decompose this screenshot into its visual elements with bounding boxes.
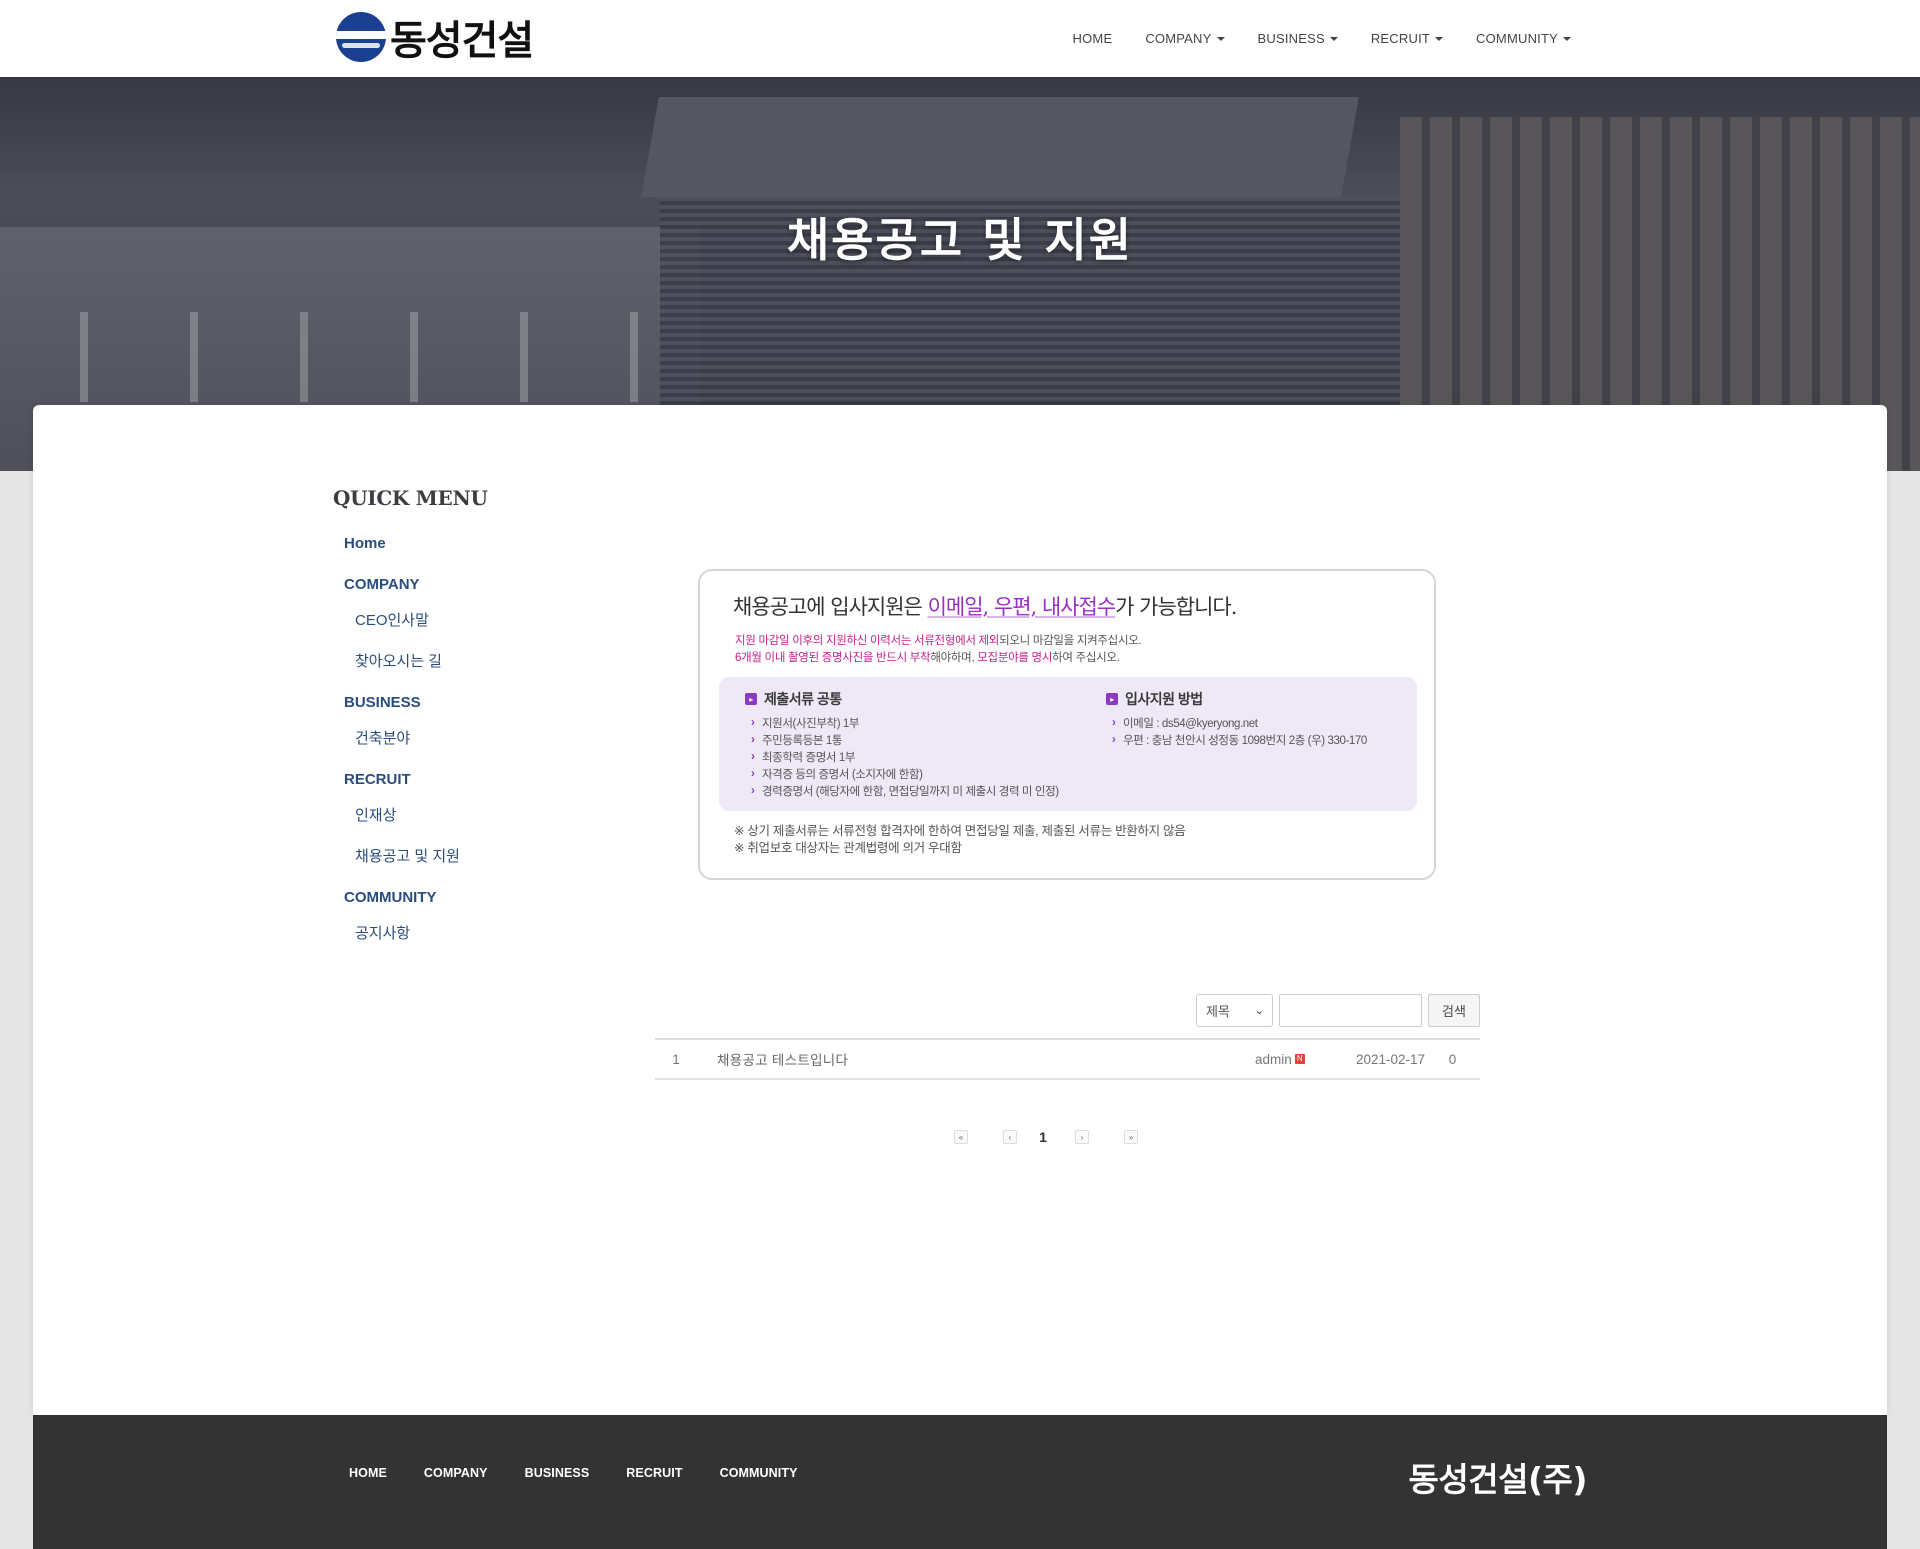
- quick-menu-architecture[interactable]: 건축분야: [355, 729, 583, 770]
- apply-method-title-text: 입사지원 방법: [1125, 691, 1203, 707]
- quick-menu-list: Home COMPANY CEO인사말 찾아오시는 길 BUSINESS 건축분…: [333, 534, 583, 965]
- required-docs-title: ▸ 제출서류 공통: [745, 689, 1059, 709]
- required-docs-title-text: 제출서류 공통: [764, 691, 842, 707]
- current-page[interactable]: 1: [1033, 1129, 1053, 1145]
- board-search: 제목 ⌄ 검색: [1196, 994, 1480, 1027]
- post-views: 0: [1448, 1051, 1457, 1067]
- nav-community[interactable]: COMMUNITY: [1476, 31, 1571, 46]
- notice-footnotes: ※ 상기 제출서류는 서류전형 합격자에 한하여 면접당일 제출, 제출된 서류…: [734, 823, 1186, 857]
- footnote: ※ 취업보호 대상자는 관계법령에 의거 우대함: [734, 841, 962, 855]
- site-logo[interactable]: 동성건설: [336, 11, 534, 64]
- nav-home[interactable]: HOME: [1073, 31, 1113, 46]
- caret-down-icon: [1563, 36, 1571, 41]
- chevron-down-icon: ⌄: [1254, 1005, 1264, 1017]
- doc-item: 지원서(사진부착) 1부: [745, 715, 1059, 733]
- site-footer: HOME COMPANY BUSINESS RECRUIT COMMUNITY …: [33, 1415, 1887, 1549]
- footer-brand: 동성건설(주): [1408, 1460, 1588, 1499]
- post-number: 1: [672, 1051, 680, 1067]
- notice-info-box: ▸ 제출서류 공통 지원서(사진부착) 1부 주민등록등본 1통 최종학력 증명서…: [719, 677, 1417, 811]
- nav-recruit-label: RECRUIT: [1370, 31, 1431, 46]
- page-title: 채용공고 및 지원: [786, 213, 1134, 267]
- quick-menu-talent[interactable]: 인재상: [355, 806, 583, 847]
- nav-business[interactable]: BUSINESS: [1258, 31, 1338, 46]
- footer-nav-home[interactable]: HOME: [349, 1466, 387, 1480]
- nav-community-label: COMMUNITY: [1476, 31, 1558, 46]
- quick-menu: QUICK MENU Home COMPANY CEO인사말 찾아오시는 길 B…: [333, 486, 583, 965]
- content-card: [33, 405, 1887, 1415]
- footer-nav-recruit[interactable]: RECRUIT: [626, 1466, 682, 1480]
- quick-menu-business[interactable]: BUSINESS: [344, 693, 583, 729]
- search-input[interactable]: [1279, 994, 1422, 1027]
- caret-down-icon: [1329, 36, 1338, 41]
- quick-menu-location[interactable]: 찾아오시는 길: [355, 652, 583, 693]
- nav-business-label: BUSINESS: [1257, 31, 1325, 46]
- notice-line: 지원 마감일 이후의 지원하신 이력서는 서류전형에서 제외되오니 마감일을 지…: [735, 632, 1142, 648]
- next-page-button[interactable]: ›: [1075, 1130, 1089, 1144]
- notice-text: 해야하며,: [930, 652, 978, 664]
- nav-home-label: HOME: [1072, 31, 1113, 46]
- notice-text: 되오니 마감일을 지켜주십시오.: [999, 635, 1142, 647]
- quick-menu-ceo[interactable]: CEO인사말: [355, 611, 583, 652]
- arrow-bullet-icon: ▸: [1106, 693, 1118, 705]
- logo-emblem-icon: [336, 12, 386, 62]
- apply-item: 이메일 : ds54@kyeryong.net: [1106, 715, 1367, 733]
- search-field-value: 제목: [1206, 1004, 1230, 1019]
- apply-method-title: ▸ 입사지원 방법: [1106, 689, 1367, 709]
- nav-company[interactable]: COMPANY: [1145, 31, 1225, 46]
- notice-text: 하여 주십시오.: [1052, 652, 1120, 664]
- quick-menu-home[interactable]: Home: [344, 534, 583, 575]
- search-field-select[interactable]: 제목 ⌄: [1196, 994, 1273, 1027]
- quick-menu-notice[interactable]: 공지사항: [355, 924, 583, 965]
- search-button[interactable]: 검색: [1428, 994, 1480, 1027]
- required-docs: ▸ 제출서류 공통 지원서(사진부착) 1부 주민등록등본 1통 최종학력 증명서…: [745, 689, 1059, 801]
- post-author: admin N: [1255, 1052, 1315, 1067]
- notice-headline-highlight: 이메일, 우편, 내사접수: [927, 595, 1117, 619]
- footer-nav-company[interactable]: COMPANY: [424, 1466, 488, 1480]
- arrow-bullet-icon: ▸: [745, 693, 757, 705]
- notice-highlight: 6개월 이내 촬영된 증명사진을 반드시 부착: [735, 652, 931, 664]
- quick-menu-community[interactable]: COMMUNITY: [344, 888, 583, 924]
- doc-item: 최종학력 증명서 1부: [745, 749, 1059, 767]
- apply-method: ▸ 입사지원 방법 이메일 : ds54@kyeryong.net 우편 : 충남…: [1106, 689, 1367, 750]
- main-nav: HOME COMPANY BUSINESS RECRUIT COMMUNITY: [1040, 0, 1571, 77]
- footer-nav-community[interactable]: COMMUNITY: [720, 1466, 798, 1480]
- table-row[interactable]: 1 채용공고 테스트입니다 admin N 2021-02-17 0: [655, 1040, 1480, 1078]
- top-navbar: 동성건설 HOME COMPANY BUSINESS RECRUIT COMMU…: [0, 0, 1920, 77]
- notice-highlight: 모집분야를 명시: [977, 652, 1053, 664]
- nav-recruit[interactable]: RECRUIT: [1370, 31, 1444, 46]
- pagination: « ‹ 1 › »: [954, 1127, 1138, 1147]
- notice-headline-text: 가 가능합니다.: [1115, 595, 1237, 619]
- board-list: 1 채용공고 테스트입니다 admin N 2021-02-17 0: [655, 1038, 1480, 1080]
- doc-item: 경력증명서 (해당자에 한함, 면접당일까지 미 제출시 경력 미 인정): [745, 783, 1059, 801]
- footer-nav-business[interactable]: BUSINESS: [525, 1466, 590, 1480]
- notice-highlight: 지원 마감일 이후의 지원하신 이력서는 서류전형에서 제외: [735, 635, 1000, 647]
- post-title[interactable]: 채용공고 테스트입니다: [717, 1049, 1255, 1069]
- nav-company-label: COMPANY: [1145, 31, 1212, 46]
- quick-menu-jobs[interactable]: 채용공고 및 지원: [355, 847, 583, 888]
- recruit-notice-panel: 채용공고에 입사지원은 이메일, 우편, 내사접수가 가능합니다. 지원 마감일…: [698, 569, 1436, 880]
- notice-headline: 채용공고에 입사지원은 이메일, 우편, 내사접수가 가능합니다.: [733, 591, 1237, 621]
- notice-line: 6개월 이내 촬영된 증명사진을 반드시 부착해야하며, 모집분야를 명시하여 …: [735, 649, 1120, 665]
- quick-menu-company[interactable]: COMPANY: [344, 575, 583, 611]
- caret-down-icon: [1435, 36, 1444, 41]
- post-author-name: admin: [1255, 1051, 1292, 1067]
- prev-page-button[interactable]: ‹: [1003, 1130, 1017, 1144]
- last-page-button[interactable]: »: [1124, 1130, 1138, 1144]
- apply-item: 우편 : 충남 천안시 성정동 1098번지 2층 (우) 330-170: [1106, 732, 1367, 750]
- footnote: ※ 상기 제출서류는 서류전형 합격자에 한하여 면접당일 제출, 제출된 서류…: [734, 824, 1186, 838]
- quick-menu-recruit[interactable]: RECRUIT: [344, 770, 583, 806]
- quick-menu-title: QUICK MENU: [333, 486, 488, 510]
- new-badge-icon: N: [1294, 1054, 1305, 1064]
- doc-item: 주민등록등본 1통: [745, 732, 1059, 750]
- caret-down-icon: [1216, 36, 1225, 41]
- post-date: 2021-02-17: [1355, 1051, 1425, 1067]
- logo-text: 동성건설: [390, 18, 534, 64]
- first-page-button[interactable]: «: [954, 1130, 968, 1144]
- footer-nav: HOME COMPANY BUSINESS RECRUIT COMMUNITY: [349, 1466, 835, 1480]
- doc-item: 자격증 등의 증명서 (소지자에 한함): [745, 766, 1059, 784]
- notice-headline-text: 채용공고에 입사지원은: [733, 595, 928, 619]
